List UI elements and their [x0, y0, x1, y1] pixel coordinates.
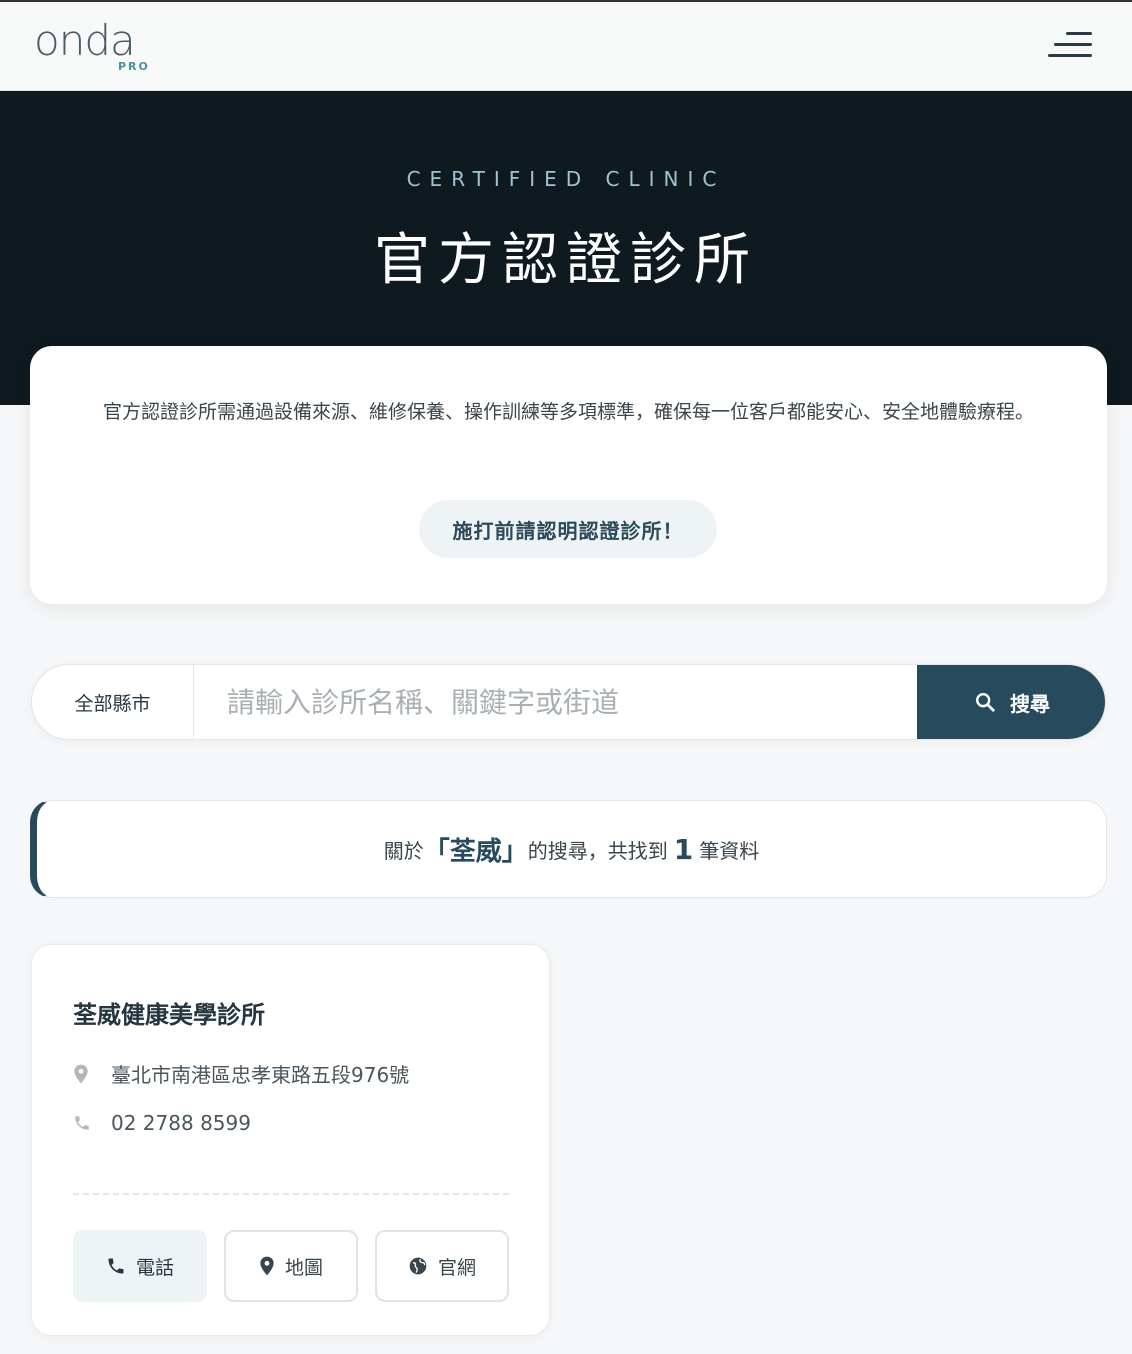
notice-pill: 施打前請認明認證診所！ — [419, 500, 717, 558]
result-summary: 關於 「荃威」 的搜尋，共找到 1 筆資料 — [30, 800, 1107, 898]
page-title: 官方認證診所 — [374, 228, 758, 293]
phone-icon — [73, 1114, 111, 1132]
region-select[interactable]: 全部縣市 — [32, 665, 194, 739]
map-button-label: 地圖 — [284, 1256, 323, 1279]
result-keyword: 「荃威」 — [423, 836, 528, 867]
logo-wordmark: onda — [34, 16, 136, 65]
top-bar: onda PRO — [0, 0, 1132, 91]
result-count: 1 — [673, 832, 694, 866]
map-button[interactable]: 地圖 — [224, 1230, 358, 1302]
clinic-address: 臺北市南港區忠孝東路五段976號 — [111, 1063, 410, 1087]
logo-pro-label: PRO — [118, 60, 150, 73]
clinic-name: 荃威健康美學診所 — [73, 1001, 265, 1029]
location-pin-icon — [260, 1256, 274, 1276]
globe-icon — [409, 1257, 427, 1275]
call-button-label: 電話 — [135, 1256, 174, 1279]
website-button-label: 官網 — [437, 1256, 476, 1279]
intro-description: 官方認證診所需通過設備來源、維修保養、操作訓練等多項標準，確保每一位客戶都能安心… — [102, 401, 1034, 423]
result-prefix: 關於 — [383, 838, 424, 863]
onda-pro-logo[interactable]: onda PRO — [34, 16, 154, 80]
website-button[interactable]: 官網 — [375, 1230, 509, 1302]
clinic-address-row: 臺北市南港區忠孝東路五段976號 — [73, 1059, 409, 1088]
intro-card: 官方認證診所需通過設備來源、維修保養、操作訓練等多項標準，確保每一位客戶都能安心… — [30, 346, 1107, 604]
call-button[interactable]: 電話 — [73, 1230, 207, 1302]
clinic-phone-row: 02 2788 8599 — [73, 1111, 251, 1135]
phone-icon — [108, 1258, 124, 1274]
search-input[interactable] — [195, 665, 917, 739]
hero-subtitle: CERTIFIED CLINIC — [406, 167, 726, 191]
clinic-phone[interactable]: 02 2788 8599 — [111, 1111, 251, 1135]
location-pin-icon — [73, 1064, 111, 1084]
search-bar: 全部縣市 搜尋 — [31, 664, 1106, 740]
search-icon — [976, 693, 995, 712]
card-divider — [73, 1193, 509, 1195]
result-middle: 的搜尋，共找到 — [527, 838, 668, 863]
clinic-card: 荃威健康美學診所 臺北市南港區忠孝東路五段976號 02 2788 8599 電… — [31, 944, 550, 1336]
hamburger-menu-icon[interactable] — [1048, 30, 1098, 66]
search-button[interactable]: 搜尋 — [917, 665, 1105, 739]
search-button-label: 搜尋 — [1010, 691, 1050, 716]
result-suffix: 筆資料 — [699, 838, 760, 863]
